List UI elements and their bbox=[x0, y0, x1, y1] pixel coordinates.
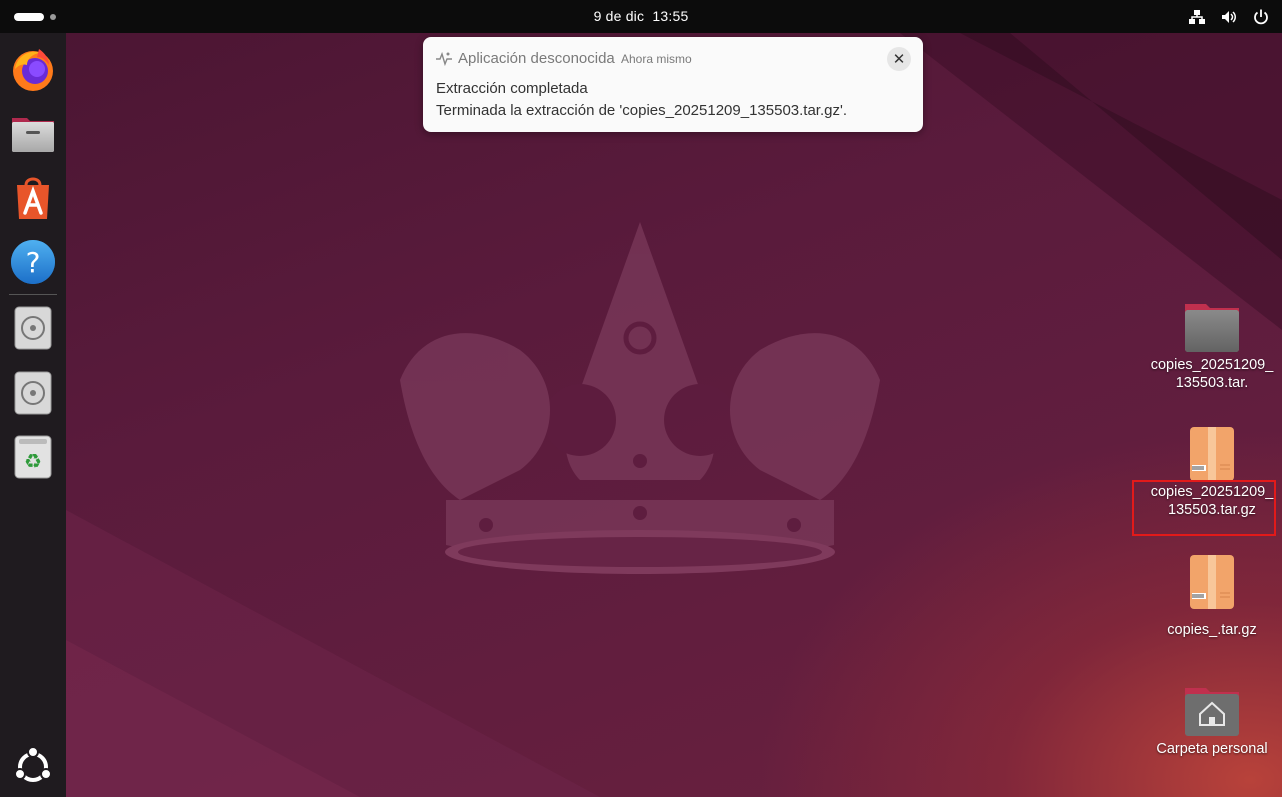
dock-item-disc-drive-2[interactable] bbox=[9, 369, 57, 417]
help-icon: ? bbox=[11, 240, 55, 284]
dock: ? ♻ bbox=[0, 33, 66, 797]
svg-text:?: ? bbox=[26, 246, 41, 279]
dock-item-help[interactable]: ? bbox=[9, 238, 57, 286]
desktop-icon-label: copies_20251209_135503.tar. bbox=[1150, 357, 1274, 391]
desktop-icon-folder[interactable]: copies_20251209_135503.tar. bbox=[1147, 300, 1277, 392]
notification-banner[interactable]: Aplicación desconocida Ahora mismo ✕ Ext… bbox=[423, 37, 923, 132]
dock-item-files[interactable] bbox=[9, 109, 57, 157]
desktop-icon-archive[interactable]: copies_.tar.gz bbox=[1147, 553, 1277, 639]
dock-item-trash[interactable]: ♻ bbox=[9, 433, 57, 481]
dock-item-firefox[interactable] bbox=[9, 45, 57, 93]
disc-drive-icon bbox=[14, 371, 52, 415]
notification-body: Terminada la extracción de 'copies_20251… bbox=[436, 102, 848, 119]
dock-item-show-apps[interactable] bbox=[9, 743, 57, 791]
app-center-icon bbox=[17, 177, 49, 219]
dock-separator bbox=[9, 294, 57, 295]
firefox-icon bbox=[13, 49, 53, 91]
dock-item-disc-drive-1[interactable] bbox=[9, 304, 57, 352]
archive-icon bbox=[1190, 427, 1234, 481]
clock: 9 de dic 13:55 bbox=[0, 8, 1282, 24]
workspace-indicator bbox=[50, 14, 56, 20]
app-generic-icon bbox=[436, 51, 452, 67]
notification-close-button[interactable]: ✕ bbox=[887, 47, 911, 71]
notification-app-name: Aplicación desconocida bbox=[458, 50, 615, 67]
close-icon: ✕ bbox=[892, 51, 906, 68]
show-apps-icon bbox=[14, 746, 52, 782]
dock-item-app-center[interactable] bbox=[9, 173, 57, 221]
desktop-icon-label: copies_.tar.gz bbox=[1167, 622, 1257, 638]
disc-drive-icon bbox=[14, 306, 52, 350]
clock-date: 9 de dic bbox=[593, 8, 645, 24]
notification-title: Extracción completada bbox=[436, 80, 588, 97]
svg-text:♻: ♻ bbox=[24, 449, 42, 473]
power-icon[interactable] bbox=[1252, 8, 1270, 26]
trash-icon: ♻ bbox=[14, 435, 52, 479]
desktop-icon-home-folder[interactable]: Carpeta personal bbox=[1147, 684, 1277, 758]
network-icon[interactable] bbox=[1188, 8, 1206, 26]
clock-time: 13:55 bbox=[652, 8, 689, 24]
activities-button[interactable] bbox=[14, 12, 64, 22]
desktop-icon-label: Carpeta personal bbox=[1156, 741, 1268, 757]
workspace-indicator-active bbox=[14, 13, 44, 21]
files-icon bbox=[12, 118, 54, 152]
archive-icon bbox=[1190, 555, 1234, 609]
folder-icon bbox=[1185, 304, 1239, 352]
crown-watermark bbox=[400, 222, 880, 574]
selection-highlight-box bbox=[1132, 480, 1276, 536]
clock-button[interactable]: 9 de dic 13:55 bbox=[594, 8, 689, 24]
top-bar: 9 de dic 13:55 bbox=[0, 0, 1282, 33]
volume-icon[interactable] bbox=[1220, 8, 1238, 26]
system-tray[interactable] bbox=[1188, 8, 1270, 26]
home-folder-icon bbox=[1185, 688, 1239, 736]
notification-time: Ahora mismo bbox=[621, 52, 692, 66]
